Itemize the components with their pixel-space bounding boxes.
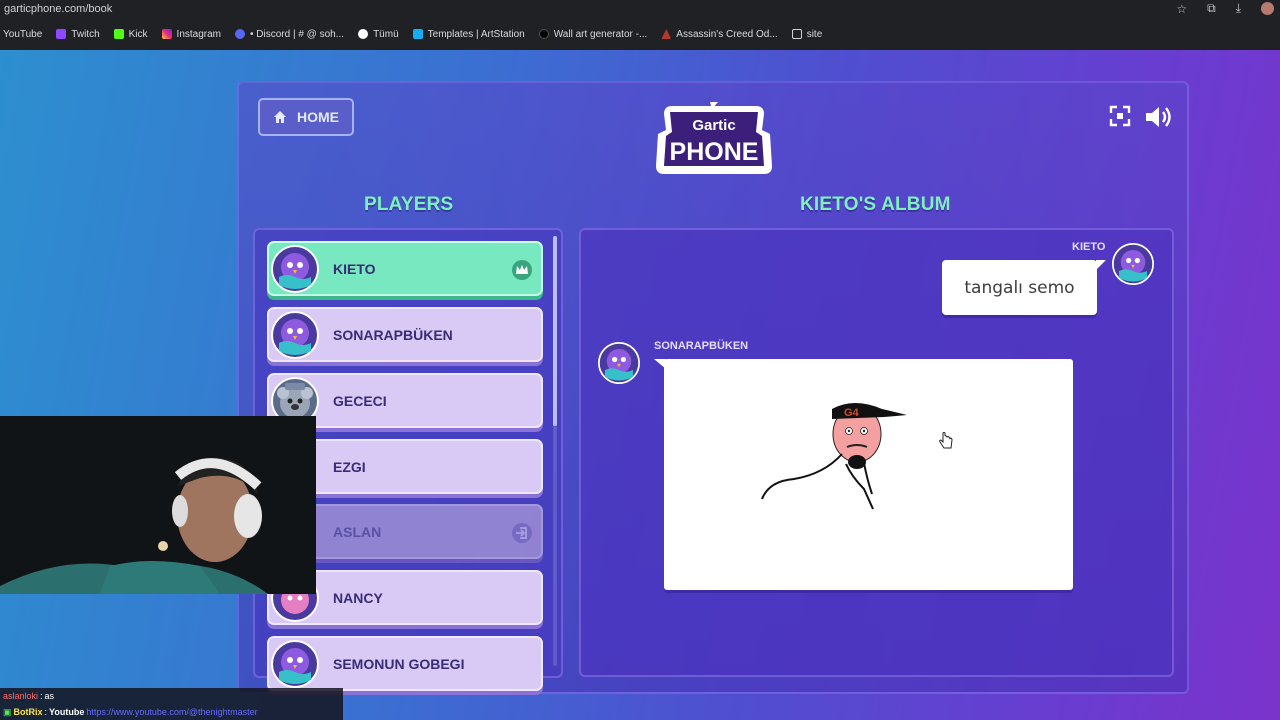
player-name: NANCY [333,589,383,606]
chat-text: Youtube [49,707,85,717]
drawing-image: G4 [761,403,907,510]
player-name: KIETO [333,260,376,277]
players-scrollbar-thumb[interactable] [553,236,557,426]
home-label: HOME [297,109,339,125]
bookmark-instagram[interactable]: Instagram [161,28,222,40]
bookmark-assassins-creed[interactable]: Assassin's Creed Od... [661,28,778,40]
chat-separator: : [44,707,48,717]
volume-icon[interactable] [1144,104,1174,130]
bot-badge-icon: ▣ [3,706,12,717]
player-avatar [271,311,319,359]
chat-username: BotRix [13,707,43,717]
chat-username: aslanloki [3,691,39,701]
extensions-icon[interactable]: ⧉ [1207,1,1216,16]
star-icon[interactable]: ☆ [1176,2,1187,16]
message-author: SONARAPBÜKEN [654,340,749,352]
url-text[interactable]: garticphone.com/book [0,3,112,15]
gartic-phone-logo: Gartic PHONE [656,102,772,174]
bookmark-tumu[interactable]: Tümü [358,29,399,40]
drawing-canvas: G4 [664,359,1073,590]
chat-separator: : [40,691,43,701]
bookmark-site[interactable]: site [791,28,823,40]
bookmark-label: Templates | ArtStation [427,28,525,40]
home-icon [274,111,286,123]
player-name: ASLAN [333,523,382,540]
player-card-sonarapbuken[interactable]: SONARAPBÜKEN [267,307,543,362]
bookmark-label: YouTube [3,28,43,40]
artstation-icon [412,29,423,39]
player-card-semonun-gobegi[interactable]: SEMONUN GOBEGI [267,636,543,691]
player-name: SONARAPBÜKEN [333,326,453,343]
author-avatar [1112,243,1154,285]
player-avatar [271,245,319,293]
home-button[interactable]: HOME [258,98,354,136]
bookmark-youtube[interactable]: YouTube [3,29,42,40]
assassins-creed-icon [661,29,672,39]
author-avatar [598,342,640,384]
players-title: PLAYERS [364,194,454,215]
google-icon [358,29,369,39]
bookmark-wall-art[interactable]: Wall art generator -... [538,28,648,40]
bookmark-kick[interactable]: Kick [113,28,148,40]
bookmark-label: Instagram [176,28,222,40]
player-name: EZGI [333,458,366,475]
kick-icon [113,29,124,39]
stream-chat: aslanloki : as ▣ BotRix : Youtube https:… [0,688,343,720]
bookmark-discord[interactable]: • Discord | # @ soh... [235,29,344,40]
download-icon[interactable]: ⤓ [1236,1,1241,16]
folder-icon [791,29,802,39]
bookmark-label: • Discord | # @ soh... [250,28,345,40]
logo-top-text: Gartic [692,117,735,134]
bookmark-label: site [806,28,823,40]
bookmark-label: Tümü [373,28,399,40]
bookmark-label: Assassin's Creed Od... [676,28,778,40]
bookmark-label: Twitch [71,28,100,40]
crown-icon [512,260,532,280]
player-name: GECECI [333,392,387,409]
fullscreen-icon[interactable] [1108,104,1132,128]
hand-cursor-icon [939,432,953,449]
circle-icon [538,29,549,39]
bookmark-label: Kick [128,28,148,40]
streamer-video [0,416,316,594]
player-card-kieto[interactable]: KIETO [267,241,543,296]
bookmark-twitch[interactable]: Twitch [56,28,100,40]
twitch-icon [56,29,67,39]
message-author: KIETO [1072,241,1106,253]
profile-avatar[interactable] [1261,2,1274,15]
chat-link[interactable]: https://www.youtube.com/@thenightmaster [86,707,257,717]
text-message-bubble: tangalı semo [942,260,1097,315]
player-name: SEMONUN GOBEGI [333,655,465,672]
chat-text: as [44,691,55,701]
exit-icon [512,523,532,543]
instagram-icon [161,29,172,39]
webcam-overlay [0,416,316,594]
logo-bottom-text: PHONE [670,138,759,166]
discord-icon [235,29,246,39]
bookmark-label: Wall art generator -... [553,28,648,40]
message-text: tangalı semo [964,277,1075,298]
address-bar[interactable]: garticphone.com/book ☆ ⧉ ⤓ [0,0,1280,18]
cap-text: G4 [844,407,860,419]
bookmarks-bar: YouTube Twitch Kick Instagram • Discord … [0,18,1280,50]
chat-message: ▣ BotRix : Youtube https://www.youtube.c… [0,704,343,720]
bookmark-artstation[interactable]: Templates | ArtStation [412,28,525,40]
player-avatar [271,640,319,688]
chat-message: aslanloki : as [0,688,343,704]
album-title: KIETO'S ALBUM [800,194,951,215]
